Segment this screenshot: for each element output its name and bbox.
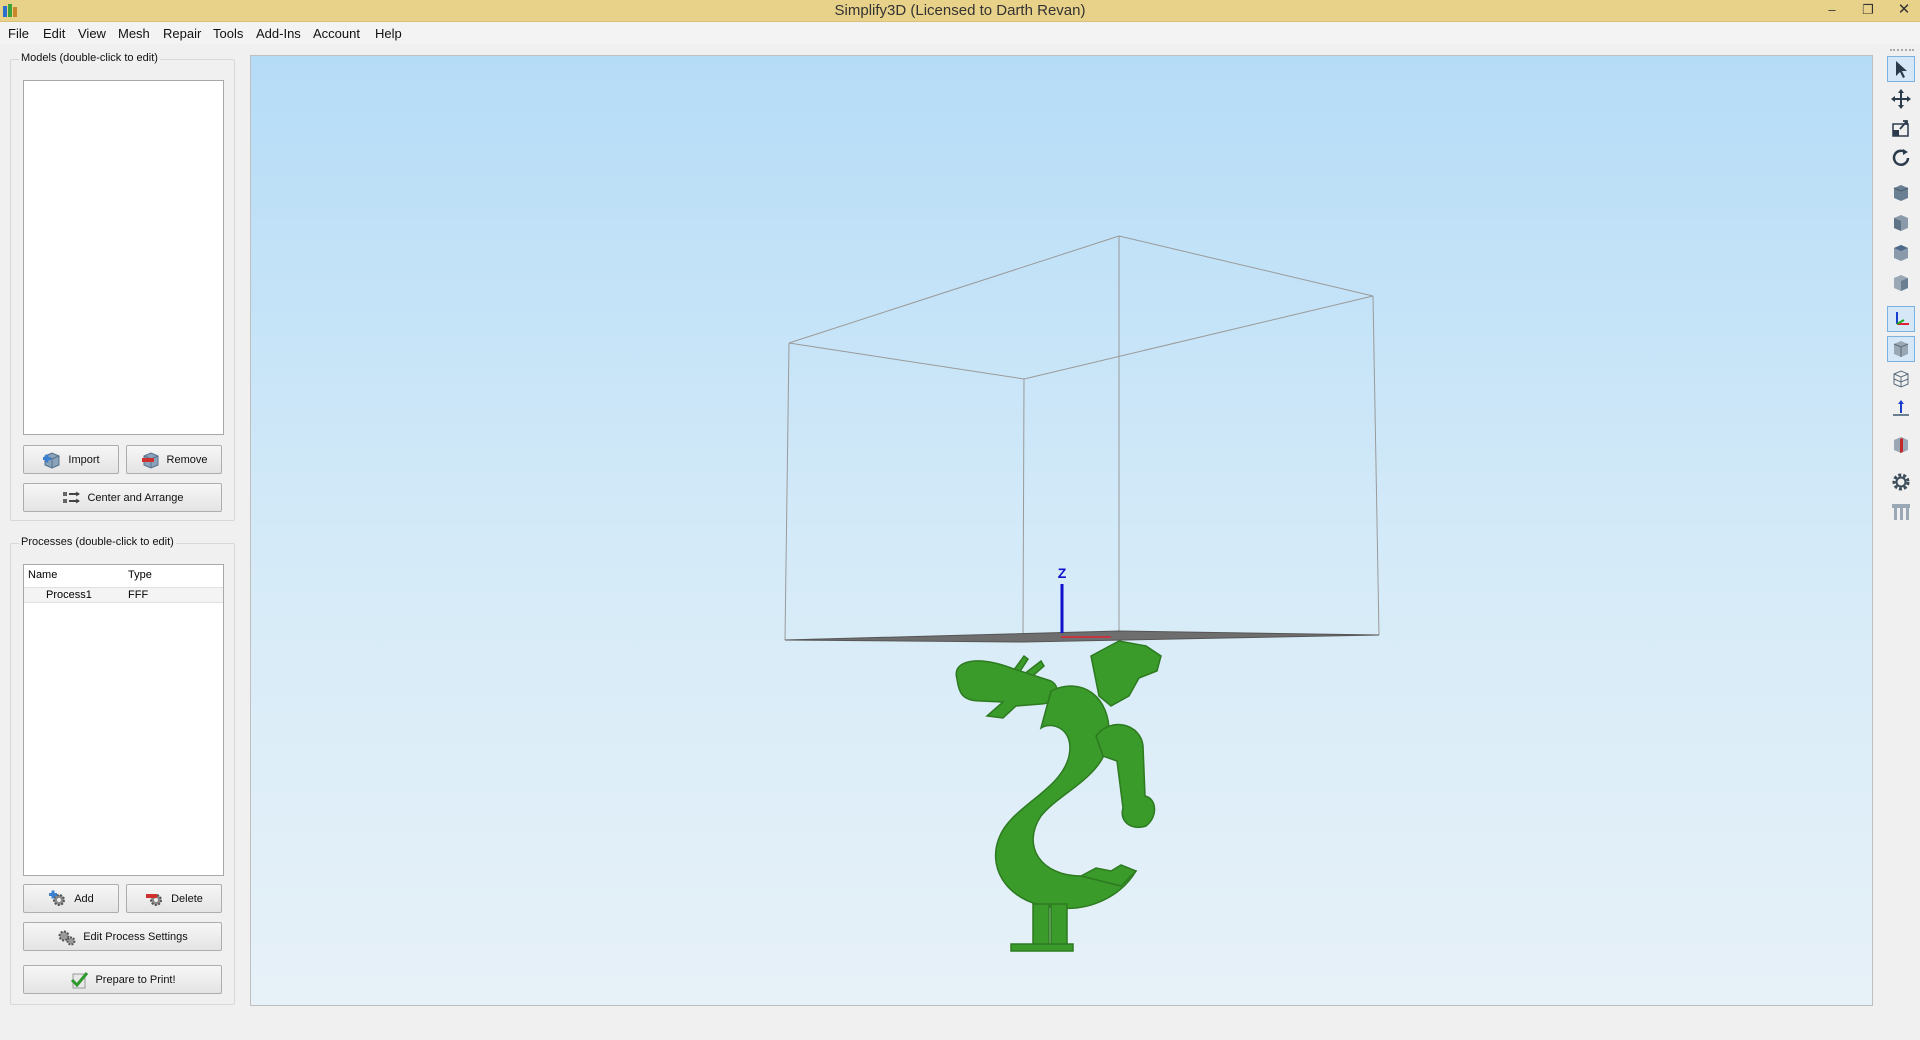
status-bar	[0, 1014, 1920, 1040]
wireframe-icon	[1893, 370, 1909, 388]
menu-add-ins[interactable]: Add-Ins	[253, 25, 304, 42]
models-group-title: Models (double-click to edit)	[19, 52, 160, 64]
window-title: Simplify3D (Licensed to Darth Revan)	[834, 2, 1086, 19]
cross-section-icon	[1894, 437, 1908, 453]
top-view-button[interactable]	[1887, 240, 1915, 266]
show-axes-button[interactable]	[1887, 306, 1915, 332]
left-panel: Models (double-click to edit) Import Rem…	[0, 44, 248, 1014]
cross-section-button[interactable]	[1887, 432, 1915, 458]
menu-repair[interactable]: Repair	[160, 25, 204, 42]
view-top-icon	[1894, 245, 1908, 261]
menu-edit[interactable]: Edit	[40, 25, 68, 42]
scene-canvas: Z	[784, 235, 1380, 952]
import-button[interactable]: Import	[23, 445, 119, 474]
checkmark-icon	[71, 971, 89, 988]
settings-button[interactable]	[1887, 469, 1915, 495]
edit-process-settings-button[interactable]: Edit Process Settings	[23, 922, 222, 951]
remove-button[interactable]: Remove	[126, 445, 222, 474]
edit-process-settings-label: Edit Process Settings	[83, 930, 188, 943]
3d-viewport[interactable]: Z	[250, 55, 1873, 1006]
normals-button[interactable]	[1887, 396, 1915, 422]
rotate-icon	[1892, 149, 1910, 166]
delete-process-button[interactable]: Delete	[126, 884, 222, 913]
build-volume	[784, 235, 1380, 641]
title-bar: Simplify3D (Licensed to Darth Revan) – ❐…	[0, 0, 1920, 22]
move-tool-button[interactable]	[1887, 86, 1915, 112]
restore-button[interactable]: ❐	[1850, 0, 1886, 20]
default-view-button[interactable]	[1887, 180, 1915, 206]
view-default-icon	[1893, 185, 1909, 201]
show-build-volume-button[interactable]	[1887, 336, 1915, 362]
processes-group-title: Processes (double-click to edit)	[19, 536, 176, 548]
select-tool-button[interactable]	[1887, 56, 1915, 82]
select-icon	[1896, 61, 1907, 78]
scale-tool-button[interactable]	[1887, 115, 1915, 141]
process-type-cell: FFF	[128, 589, 149, 601]
menu-tools[interactable]: Tools	[210, 25, 246, 42]
processes-group: Processes (double-click to edit) Name Ty…	[10, 536, 235, 1005]
center-and-arrange-label: Center and Arrange	[87, 491, 184, 504]
menu-account[interactable]: Account	[310, 25, 363, 42]
normals-icon	[1893, 400, 1909, 416]
show-build-volume-icon	[1893, 341, 1909, 357]
add-process-button[interactable]: Add	[23, 884, 119, 913]
add-gear-icon	[49, 890, 66, 906]
dragon-model[interactable]	[955, 640, 1162, 952]
process-row[interactable]: Process1 FFF	[24, 587, 223, 603]
z-axis-label: Z	[1058, 565, 1067, 581]
minimize-button[interactable]: –	[1814, 0, 1850, 20]
process-list[interactable]: Name Type Process1 FFF	[23, 564, 224, 876]
menu-mesh[interactable]: Mesh	[115, 25, 153, 42]
move-icon	[1891, 89, 1911, 109]
supports-icon	[1892, 504, 1910, 520]
arrange-icon	[63, 491, 81, 503]
remove-label: Remove	[166, 453, 208, 466]
process-name-cell: Process1	[46, 589, 92, 601]
view-toolbar	[1880, 44, 1920, 1014]
view-front-icon	[1894, 215, 1908, 231]
view-side-icon	[1894, 275, 1908, 291]
models-group: Models (double-click to edit) Import Rem…	[10, 52, 235, 521]
center-and-arrange-button[interactable]: Center and Arrange	[23, 483, 222, 512]
close-button[interactable]: ✕	[1886, 0, 1920, 20]
delete-gear-icon	[146, 893, 163, 906]
import-label: Import	[68, 453, 100, 466]
z-axis-indicator: Z	[1058, 565, 1067, 633]
prepare-to-print-button[interactable]: Prepare to Print!	[23, 965, 222, 994]
menu-bar: File Edit View Mesh Repair Tools Add-Ins…	[0, 22, 1920, 44]
wireframe-button[interactable]	[1887, 366, 1915, 392]
import-icon	[43, 451, 60, 469]
column-header-name[interactable]: Name	[28, 569, 57, 581]
menu-view[interactable]: View	[75, 25, 109, 42]
menu-help[interactable]: Help	[372, 25, 405, 42]
gears-icon	[58, 930, 76, 945]
front-view-button[interactable]	[1887, 210, 1915, 236]
column-header-type[interactable]: Type	[128, 569, 152, 581]
settings-gear-icon	[1892, 473, 1910, 491]
process-list-header: Name Type	[24, 565, 223, 585]
supports-button[interactable]	[1887, 499, 1915, 525]
add-label: Add	[74, 892, 94, 905]
scale-icon	[1892, 120, 1909, 137]
delete-label: Delete	[171, 892, 203, 905]
menu-file[interactable]: File	[5, 25, 32, 42]
toolbar-grip[interactable]	[1890, 49, 1914, 51]
remove-icon	[141, 451, 159, 469]
show-axes-icon	[1896, 312, 1909, 325]
side-view-button[interactable]	[1887, 270, 1915, 296]
prepare-to-print-label: Prepare to Print!	[95, 973, 176, 986]
models-list[interactable]	[23, 80, 224, 435]
rotate-tool-button[interactable]	[1887, 145, 1915, 171]
